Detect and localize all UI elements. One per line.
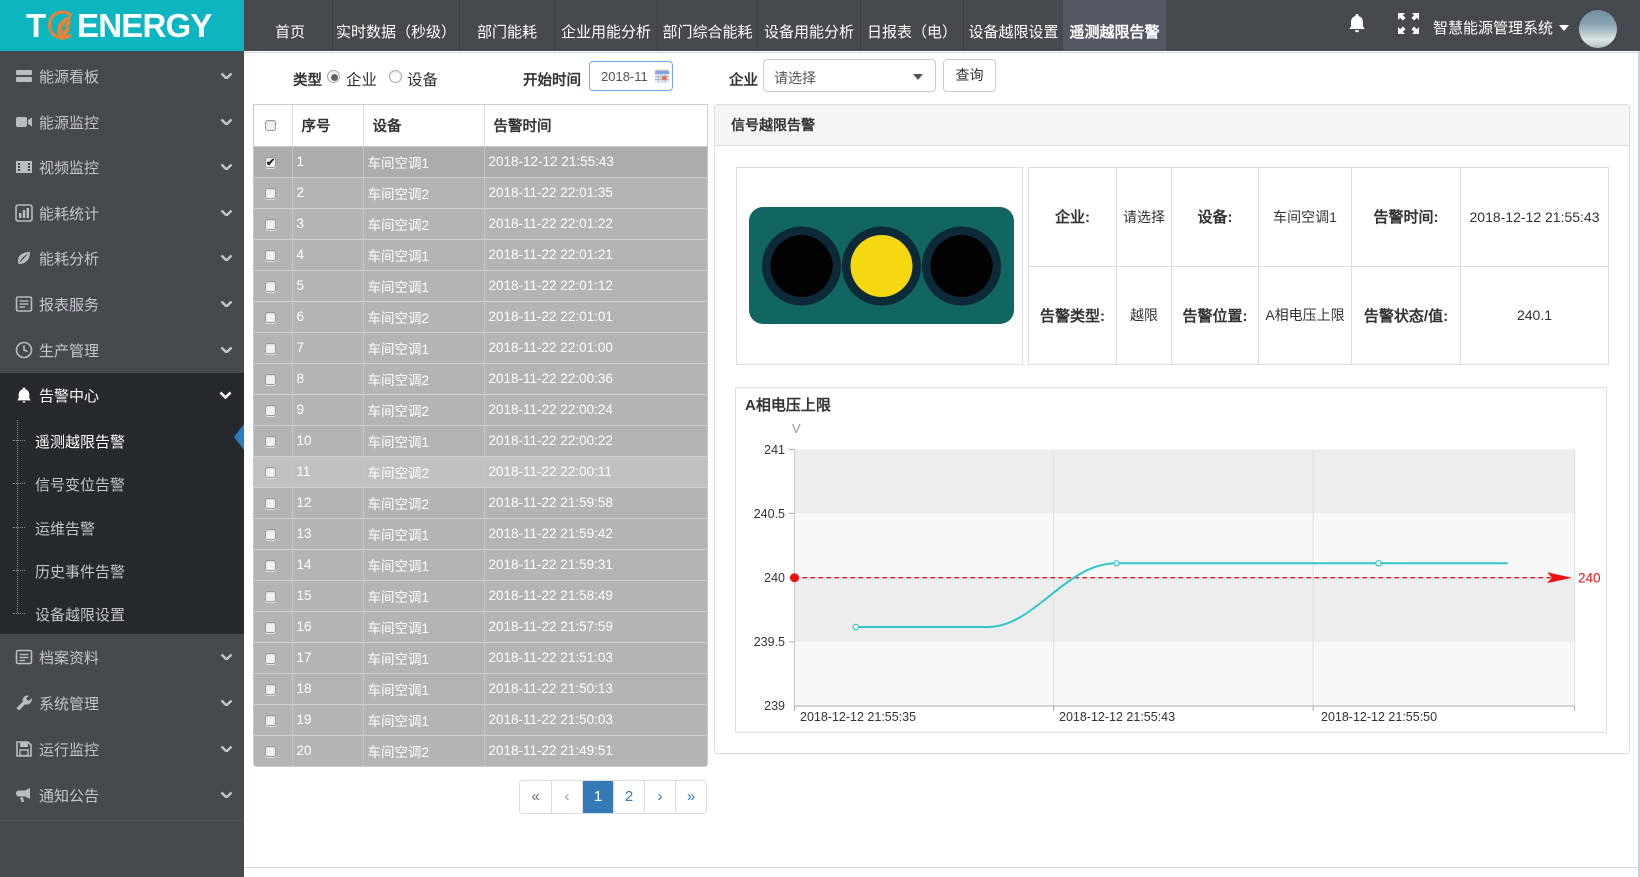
svg-text:2018-12-12 21:55:50: 2018-12-12 21:55:50 <box>1321 710 1437 724</box>
svg-text:241: 241 <box>764 443 785 457</box>
svg-text:2018-12-12 21:55:43: 2018-12-12 21:55:43 <box>1059 710 1175 724</box>
svg-text:240: 240 <box>764 571 785 585</box>
svg-text:240.5: 240.5 <box>754 507 785 521</box>
svg-text:240: 240 <box>1578 571 1601 586</box>
svg-text:2018-12-12 21:55:35: 2018-12-12 21:55:35 <box>800 710 916 724</box>
svg-text:V: V <box>792 421 801 436</box>
svg-text:239: 239 <box>764 699 785 713</box>
svg-text:239.5: 239.5 <box>754 635 785 649</box>
